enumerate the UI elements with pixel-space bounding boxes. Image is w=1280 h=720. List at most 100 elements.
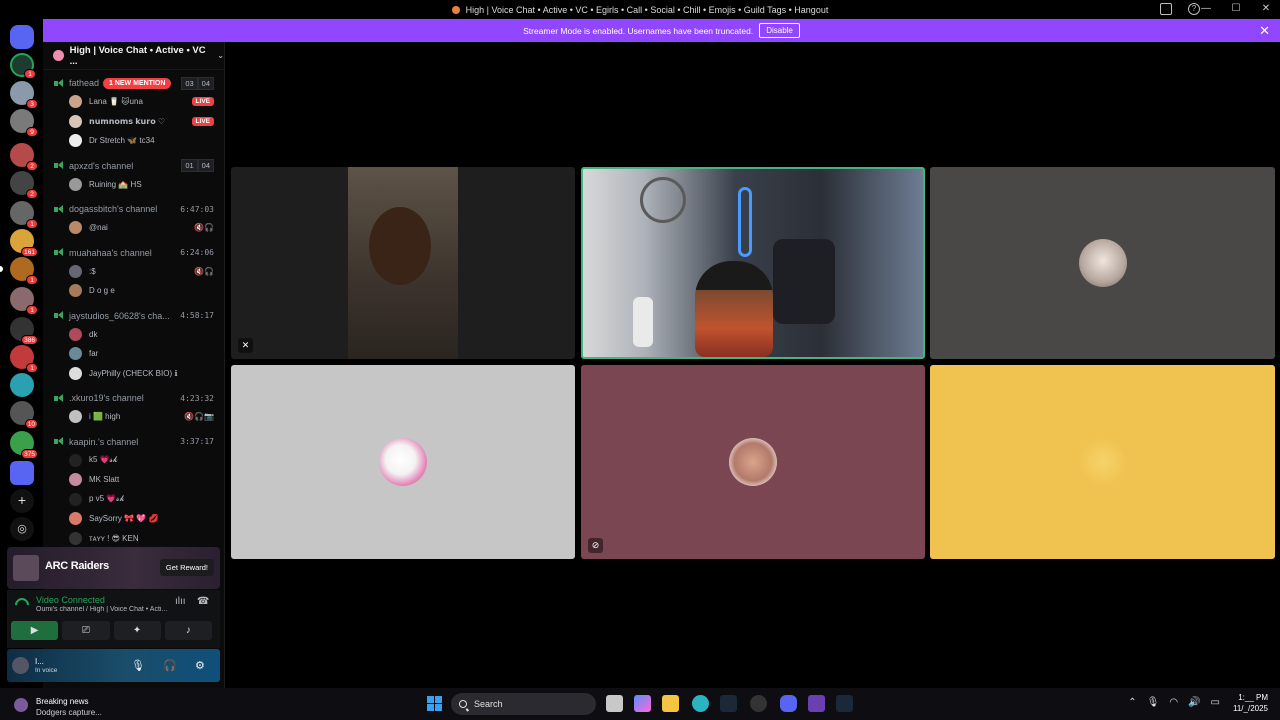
start-button[interactable]	[427, 696, 442, 711]
server-icon[interactable]: 2	[10, 143, 38, 171]
server-icon[interactable]: 10	[10, 401, 38, 429]
server-icon[interactable]: 1	[10, 53, 36, 79]
voice-member[interactable]: p v5 💗𝓼𝓴	[43, 490, 224, 510]
server-icon[interactable]: 386	[10, 317, 38, 345]
voice-channel[interactable]: kaapin.'s channel 3:37:17	[43, 433, 224, 451]
server-icon[interactable]: 9	[10, 109, 38, 137]
inbox-icon[interactable]	[1160, 3, 1172, 15]
voice-member[interactable]: D o g e	[43, 281, 224, 301]
voice-member[interactable]: Ruining 🏫 HS	[43, 175, 224, 195]
channel-name: apxzd's channel	[69, 160, 134, 171]
voice-channel-path[interactable]: Oumi's channel / High | Voice Chat • Act…	[36, 606, 176, 613]
app-icon[interactable]	[808, 695, 825, 712]
voice-channel[interactable]: dogassbitch's channel 6:47:03	[43, 200, 224, 218]
minimize-button[interactable]: —	[1200, 3, 1212, 14]
voice-channel[interactable]: .xkuro19's channel 4:23:32	[43, 389, 224, 407]
discover-icon[interactable]: ◎	[10, 517, 34, 541]
mention-badge[interactable]: 1 NEW MENTION	[103, 77, 172, 89]
settings-gear-icon[interactable]: ⚙	[195, 659, 205, 672]
voice-member[interactable]: dk	[43, 325, 224, 345]
microphone-icon[interactable]: 🎙	[131, 659, 145, 672]
avatar-tile[interactable]	[930, 167, 1275, 359]
avatar-tile[interactable]	[930, 365, 1275, 559]
maximize-button[interactable]: ☐	[1230, 3, 1242, 14]
chevron-down-icon[interactable]: ⌄	[217, 51, 224, 60]
server-icon[interactable]: 1	[10, 345, 38, 373]
wifi-icon[interactable]: ◠	[1169, 697, 1178, 708]
user-count: 01	[181, 159, 198, 172]
server-icon[interactable]: 161	[10, 229, 38, 257]
close-window-button[interactable]: ✕	[1260, 3, 1272, 14]
steam-icon[interactable]	[836, 695, 853, 712]
edge-browser-icon[interactable]	[692, 695, 709, 712]
video-tile-speaking[interactable]	[581, 167, 925, 359]
volume-icon[interactable]: 🔊	[1188, 697, 1200, 708]
server-header[interactable]: High | Voice Chat • Active • VC ... ⌄	[43, 42, 224, 70]
voice-member[interactable]: Dr Stretch 🦋 tc34	[43, 131, 224, 151]
avatar-tile[interactable]	[231, 365, 575, 559]
server-icon	[451, 5, 460, 14]
server-icon[interactable]	[10, 461, 34, 485]
app-icon[interactable]	[750, 695, 767, 712]
server-icon[interactable]: 375	[10, 431, 38, 459]
speaker-icon	[54, 161, 63, 170]
copilot-icon[interactable]	[634, 695, 651, 712]
microphone-tray-icon[interactable]: 🎙	[1147, 697, 1160, 708]
discord-taskbar-icon[interactable]	[780, 695, 797, 712]
server-icon[interactable]: 1	[10, 287, 38, 315]
avatar-tile[interactable]: ⊘	[581, 365, 925, 559]
screen-share-button[interactable]: ⎚	[62, 621, 110, 640]
file-explorer-icon[interactable]	[662, 695, 679, 712]
voice-member[interactable]: i 🟩 high 🔇🎧📷	[43, 407, 224, 427]
steam-icon[interactable]	[720, 695, 737, 712]
voice-channel[interactable]: jaystudios_60628's cha... 4:58:17	[43, 307, 224, 325]
voice-channel[interactable]: fathead 1 NEW MENTION 03 04	[43, 74, 224, 92]
chevron-up-icon[interactable]: ⌃	[1128, 697, 1136, 708]
discord-home-icon[interactable]	[10, 25, 34, 49]
voice-member[interactable]: ᴛᴀʏʏ ! 😎 KEN	[43, 529, 224, 549]
noise-suppression-icon[interactable]: ılıı	[175, 596, 186, 607]
voice-member[interactable]: SaySorry 🎀 💖 💋	[43, 509, 224, 529]
server-icon[interactable]: 3	[10, 81, 38, 109]
voice-member[interactable]: :$ 🔇🎧	[43, 262, 224, 282]
signal-icon[interactable]	[12, 595, 32, 615]
user-name[interactable]: I...	[35, 657, 44, 666]
voice-channel[interactable]: muahahaa's channel 6:24:06	[43, 244, 224, 262]
avatar	[1078, 239, 1127, 287]
voice-member[interactable]: far	[43, 344, 224, 364]
avatar[interactable]	[12, 657, 29, 674]
voice-member[interactable]: MK Slatt	[43, 470, 224, 490]
server-icon[interactable]	[10, 373, 34, 397]
server-icon[interactable]: 1	[10, 201, 38, 229]
voice-member[interactable]: Lana 🥛 🐱una LIVE	[43, 92, 224, 112]
get-reward-button[interactable]: Get Reward!	[159, 559, 214, 576]
news-icon	[14, 698, 28, 712]
voice-member[interactable]: 𝗻𝘂𝗺𝗻𝗼𝗺𝘀 𝗸𝘂𝗿𝗼 ♡ LIVE	[43, 112, 224, 132]
add-server-icon[interactable]: +	[10, 489, 34, 513]
voice-member[interactable]: JayPhilly (CHECK BIO) ℹ	[43, 364, 224, 384]
taskbar-clock[interactable]: 1:__ PM 11/_/2025	[1233, 692, 1268, 714]
soundboard-button[interactable]: ♪	[164, 621, 212, 640]
task-view-icon[interactable]	[606, 695, 623, 712]
promo-card[interactable]: ARC Raiders Get Reward!	[7, 547, 220, 589]
server-icon[interactable]: 1	[10, 257, 38, 285]
disable-streamer-mode-button[interactable]: Disable	[759, 23, 800, 38]
close-banner-icon[interactable]: ✕	[1259, 23, 1270, 39]
voice-status[interactable]: Video Connected	[36, 595, 105, 605]
streamer-mode-banner: Streamer Mode is enabled. Usernames have…	[43, 19, 1280, 42]
camera-button[interactable]: ▶	[11, 621, 59, 640]
video-tile[interactable]: ✕	[231, 167, 575, 359]
activities-button[interactable]: ✦	[113, 621, 161, 640]
help-icon[interactable]: ?	[1188, 3, 1200, 15]
disconnect-icon[interactable]: ☎	[197, 596, 209, 607]
battery-icon[interactable]: ▭	[1211, 697, 1220, 708]
server-icon[interactable]: 2	[10, 171, 38, 199]
user-limit: 04	[197, 159, 214, 172]
voice-channel[interactable]: apxzd's channel 01 04	[43, 157, 224, 175]
voice-member[interactable]: @nai 🔇🎧	[43, 218, 224, 238]
avatar	[69, 284, 82, 298]
unread-pip	[0, 266, 3, 272]
voice-member[interactable]: k5 💗𝓼𝓴	[43, 451, 224, 471]
taskbar-search[interactable]: Search	[451, 693, 596, 715]
headphones-icon[interactable]: 🎧	[163, 659, 177, 672]
